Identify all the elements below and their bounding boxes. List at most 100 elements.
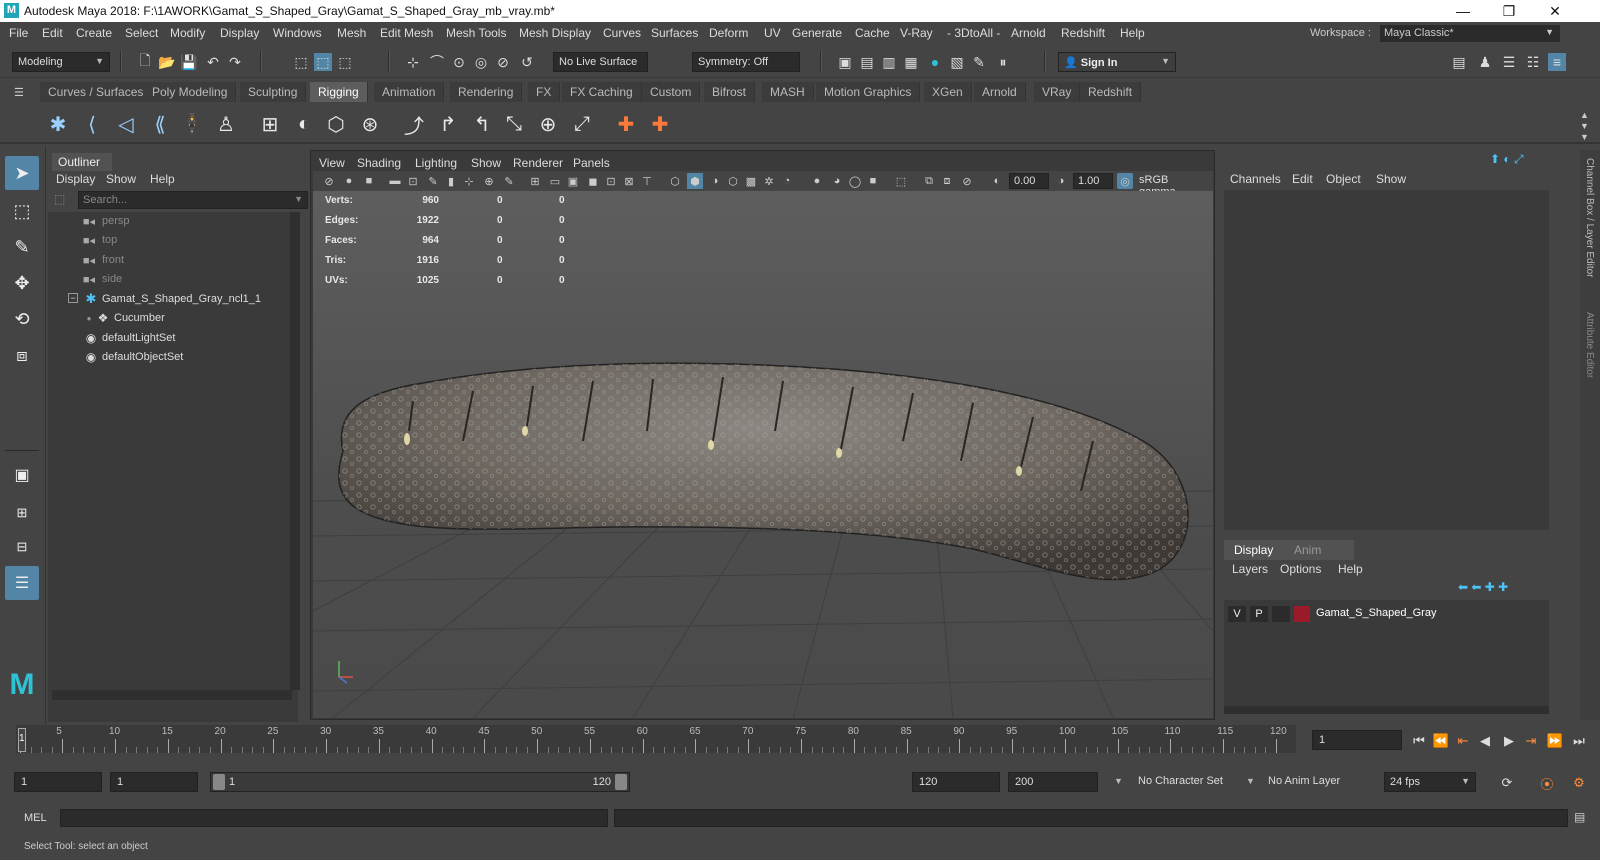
go-to-start-icon[interactable]: ⏮ bbox=[1410, 732, 1428, 750]
exposure-icon[interactable]: ◐ bbox=[989, 173, 1005, 189]
menu-mesh-tools[interactable]: Mesh Tools bbox=[446, 26, 506, 40]
outliner-layout-icon[interactable]: ☰ bbox=[5, 566, 39, 600]
play-forwards-icon[interactable]: ▶ bbox=[1500, 732, 1518, 750]
layer-menu-help[interactable]: Help bbox=[1338, 562, 1363, 576]
loop-icon[interactable]: ⟳ bbox=[1498, 774, 1516, 792]
aim-constraint-icon[interactable]: ↱ bbox=[434, 110, 462, 138]
bookmarks-icon[interactable]: ▮ bbox=[443, 173, 459, 189]
open-scene-icon[interactable]: 📂 bbox=[158, 53, 176, 71]
menu-mesh-display[interactable]: Mesh Display bbox=[519, 26, 591, 40]
viewport-menu-shading[interactable]: Shading bbox=[357, 156, 401, 170]
menu-redshift[interactable]: Redshift bbox=[1061, 26, 1105, 40]
xray-icon[interactable]: ✎ bbox=[501, 173, 517, 189]
gate-mask-icon[interactable]: ◼ bbox=[585, 173, 601, 189]
outliner-item-persp[interactable]: ■◂ persp bbox=[48, 212, 298, 231]
menu-edit-mesh[interactable]: Edit Mesh bbox=[380, 26, 433, 40]
menu-create[interactable]: Create bbox=[76, 26, 112, 40]
animation-preferences-icon[interactable]: ⚙ bbox=[1570, 774, 1588, 792]
outliner-item-front[interactable]: ■◂ front bbox=[48, 251, 298, 270]
menu-help[interactable]: Help bbox=[1120, 26, 1145, 40]
isolate-select-icon[interactable]: ⬚ bbox=[893, 173, 909, 189]
command-input[interactable] bbox=[60, 809, 608, 827]
workspace-dropdown[interactable]: Maya Classic* ▼ bbox=[1380, 25, 1560, 42]
mode-dropdown[interactable]: Modeling ▼ bbox=[12, 52, 110, 72]
paint-select-icon[interactable]: ✎ bbox=[5, 230, 39, 264]
grid-icon[interactable]: ⊞ bbox=[527, 173, 543, 189]
step-back-frame-icon[interactable]: ⇤ bbox=[1454, 732, 1472, 750]
field-chart-icon[interactable]: ⊡ bbox=[603, 173, 619, 189]
outliner-item-gamat-group[interactable]: − ✱ Gamat_S_Shaped_Gray_ncl1_1 bbox=[48, 290, 298, 309]
tool-settings-icon[interactable]: ☷ bbox=[1524, 53, 1542, 71]
outliner-item-cucumber[interactable]: ● ❖ Cucumber bbox=[48, 309, 298, 328]
orient-constraint-icon[interactable]: ↰ bbox=[468, 110, 496, 138]
attribute-editor-icon[interactable]: ☰ bbox=[1500, 53, 1518, 71]
menu-cache[interactable]: Cache bbox=[855, 26, 890, 40]
live-surface-field[interactable]: No Live Surface bbox=[553, 52, 648, 72]
outliner-vertical-scrollbar[interactable] bbox=[290, 212, 300, 690]
auto-key-icon[interactable]: ⦿ bbox=[1538, 774, 1556, 792]
close-button[interactable]: ✕ bbox=[1532, 0, 1578, 22]
menu-edit[interactable]: Edit bbox=[42, 26, 63, 40]
channel-box-icon[interactable]: ≡ bbox=[1548, 53, 1566, 71]
script-editor-icon[interactable]: ▤ bbox=[1574, 810, 1590, 826]
lasso-tool-icon[interactable]: ⬚ bbox=[5, 194, 39, 228]
menu-surfaces[interactable]: Surfaces bbox=[651, 26, 698, 40]
tab-rigging[interactable]: Rigging bbox=[310, 82, 368, 102]
time-slider[interactable]: 5 10 15 20 25 30 35 40 45 50 55 60 65 70 75 80 85 90 95 100… bbox=[16, 725, 1296, 753]
undo-icon[interactable]: ↶ bbox=[204, 53, 222, 71]
tab-xgen[interactable]: XGen bbox=[924, 82, 972, 102]
snap-curve-icon[interactable]: ⌒ bbox=[428, 53, 446, 71]
wireframe-icon[interactable]: ⬡ bbox=[667, 173, 683, 189]
modeling-toolkit-icon[interactable]: ▤ bbox=[1450, 53, 1468, 71]
channel-menu-channels[interactable]: Channels bbox=[1230, 172, 1281, 186]
layer-menu-options[interactable]: Options bbox=[1280, 562, 1321, 576]
tab-fx[interactable]: FX bbox=[528, 82, 561, 102]
cluster-icon[interactable]: ◐ bbox=[290, 110, 318, 138]
vray-ipr-icon[interactable]: ✎ bbox=[970, 53, 988, 71]
viewport-menu-renderer[interactable]: Renderer bbox=[513, 156, 563, 170]
screen-space-ao-icon[interactable]: ● bbox=[809, 173, 825, 189]
four-view-icon[interactable]: ⊞ bbox=[5, 496, 39, 530]
minimize-button[interactable]: — bbox=[1440, 0, 1486, 22]
symmetry-dropdown[interactable]: Symmetry: Off bbox=[692, 52, 800, 72]
tab-curves-surfaces[interactable]: Curves / Surfaces bbox=[40, 82, 153, 102]
outliner-menu-help[interactable]: Help bbox=[150, 172, 175, 186]
tab-display[interactable]: Display bbox=[1234, 543, 1273, 557]
menu-vray[interactable]: V-Ray bbox=[900, 26, 933, 40]
humanik-icon[interactable]: ♙ bbox=[212, 110, 240, 138]
bookmark-icon[interactable]: ■ bbox=[361, 173, 377, 189]
sculpt-deformer-icon[interactable]: ⊛ bbox=[356, 110, 384, 138]
menu-modify[interactable]: Modify bbox=[170, 26, 205, 40]
gamma-icon[interactable]: ◑ bbox=[1053, 173, 1069, 189]
animation-end-field[interactable]: 200 bbox=[1008, 772, 1098, 792]
viewport-menu-view[interactable]: View bbox=[319, 156, 345, 170]
channel-menu-object[interactable]: Object bbox=[1326, 172, 1361, 186]
outliner-menu-display[interactable]: Display bbox=[56, 172, 95, 186]
tab-bifrost[interactable]: Bifrost bbox=[704, 82, 756, 102]
layer-menu-layers[interactable]: Layers bbox=[1232, 562, 1268, 576]
channel-menu-edit[interactable]: Edit bbox=[1292, 172, 1313, 186]
tab-sculpting[interactable]: Sculpting bbox=[240, 82, 307, 102]
menu-deform[interactable]: Deform bbox=[709, 26, 748, 40]
lattice-icon[interactable]: ⊞ bbox=[256, 110, 284, 138]
render-frame-icon[interactable]: ▤ bbox=[858, 53, 876, 71]
tab-mash[interactable]: MASH bbox=[762, 82, 814, 102]
animation-start-field[interactable]: 1 bbox=[14, 772, 102, 792]
color-space-label[interactable]: sRGB gamma bbox=[1135, 173, 1207, 198]
snap-view-icon[interactable]: ◎ bbox=[472, 53, 490, 71]
menu-display[interactable]: Display bbox=[220, 26, 259, 40]
character-controls-icon[interactable]: ♟ bbox=[1476, 53, 1494, 71]
layer-buttons-icons[interactable]: ⬅ ⬅ ✚ ✚ bbox=[1458, 580, 1548, 596]
ik-spline-icon[interactable]: ◁ bbox=[112, 110, 140, 138]
backface-culling-icon[interactable]: ⊘ bbox=[959, 173, 975, 189]
tab-animation[interactable]: Animation bbox=[374, 82, 445, 102]
viewport-menu-show[interactable]: Show bbox=[471, 156, 501, 170]
go-to-end-icon[interactable]: ⏭ bbox=[1570, 732, 1588, 750]
shadows-icon[interactable]: ◔ bbox=[779, 173, 795, 189]
smooth-shade-icon[interactable]: ⬢ bbox=[687, 173, 703, 189]
step-forward-frame-icon[interactable]: ⇥ bbox=[1522, 732, 1540, 750]
layer-row[interactable]: V P Gamat_S_Shaped_Gray bbox=[1224, 603, 1549, 625]
select-tool-icon[interactable]: ➤ bbox=[5, 156, 39, 190]
3d-viewport[interactable]: Verts: 960 0 0 Edges: 1922 0 0 Faces: 96… bbox=[313, 191, 1213, 718]
save-scene-icon[interactable]: 💾 bbox=[180, 53, 198, 71]
